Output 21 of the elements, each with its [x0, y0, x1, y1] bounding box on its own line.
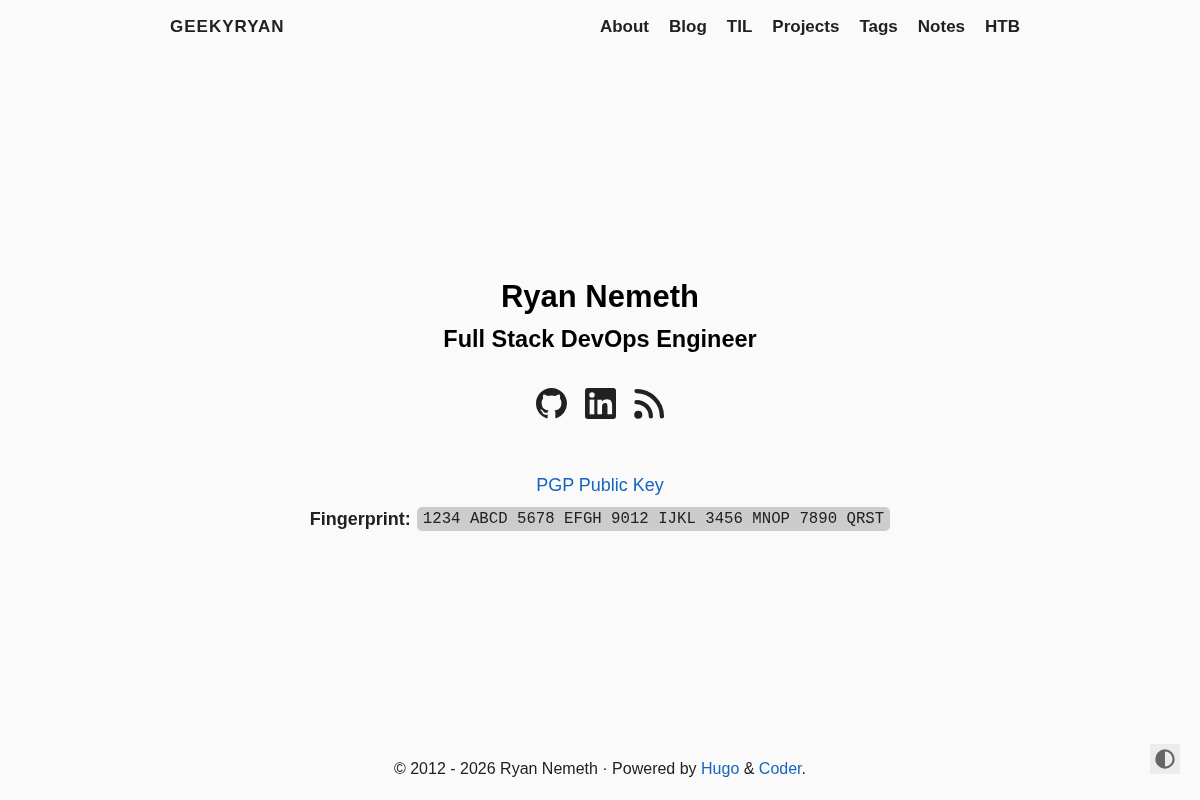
footer-link[interactable]: Coder	[758, 760, 802, 777]
site-title-link[interactable]: GEEKYRYAN	[170, 16, 285, 37]
nav-link[interactable]: TIL	[726, 16, 753, 37]
contrast-icon	[1155, 749, 1175, 769]
nav-link[interactable]: Blog	[669, 16, 707, 37]
linkedin-icon[interactable]	[584, 388, 616, 419]
nav-link[interactable]: Notes	[917, 16, 966, 37]
nav-link[interactable]: HTB	[985, 16, 1020, 37]
theme-toggle-button[interactable]	[1150, 744, 1180, 774]
footer-text: © 2012 - 2026 Ryan Nemeth · Powered by Hugo & Coder.	[394, 759, 806, 779]
nav-link[interactable]: About	[599, 16, 649, 37]
github-icon[interactable]	[535, 388, 567, 419]
author-title: Full Stack DevOps Engineer	[443, 325, 757, 354]
nav-link[interactable]: Projects	[772, 16, 840, 37]
nav-link[interactable]: Tags	[859, 16, 898, 37]
pgp-key-link[interactable]: PGP Public Key	[536, 473, 664, 497]
author-name: Ryan Nemeth	[500, 278, 700, 316]
fingerprint-label: Fingerprint:	[309, 508, 411, 530]
footer-link[interactable]: Hugo	[701, 760, 740, 777]
fingerprint-code: 1234 ABCD 5678 EFGH 9012 IJKL 3456 MNOP 7890 QRST	[416, 507, 891, 531]
rss-icon[interactable]	[633, 388, 665, 419]
